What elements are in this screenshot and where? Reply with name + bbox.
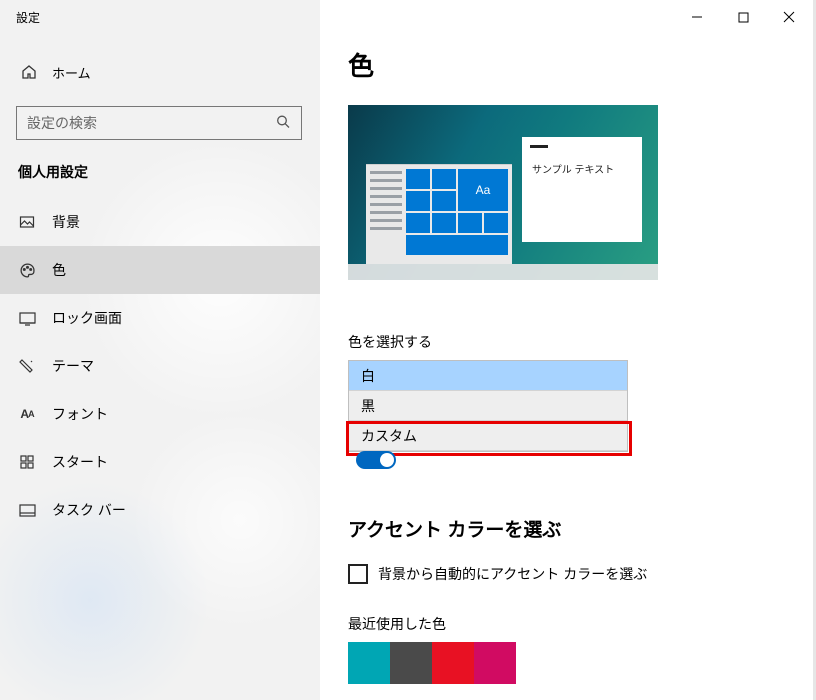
recent-colors bbox=[348, 642, 816, 684]
recent-colors-label: 最近使用した色 bbox=[348, 614, 816, 634]
sidebar-item-background[interactable]: 背景 bbox=[0, 198, 320, 246]
sidebar-nav: 背景 色 ロック画面 テ bbox=[0, 198, 320, 534]
recent-color-swatch[interactable] bbox=[390, 642, 432, 684]
color-option-dark[interactable]: 黒 bbox=[349, 391, 627, 421]
preview-sample-text: サンプル テキスト bbox=[532, 161, 614, 176]
color-mode-dropdown[interactable]: 白 黒 カスタム bbox=[348, 360, 628, 452]
picture-icon bbox=[18, 213, 36, 231]
sidebar-item-fonts[interactable]: AA フォント bbox=[0, 390, 320, 438]
taskbar-icon bbox=[18, 501, 36, 519]
sidebar-item-label: フォント bbox=[52, 404, 108, 424]
search-placeholder: 設定の検索 bbox=[27, 113, 97, 133]
recent-color-swatch[interactable] bbox=[432, 642, 474, 684]
start-icon bbox=[18, 453, 36, 471]
sidebar-item-label: 色 bbox=[52, 260, 66, 280]
maximize-button[interactable] bbox=[720, 2, 766, 32]
sidebar-item-start[interactable]: スタート bbox=[0, 438, 320, 486]
close-button[interactable] bbox=[766, 2, 812, 32]
sidebar-item-label: テーマ bbox=[52, 356, 94, 376]
sidebar-item-taskbar[interactable]: タスク バー bbox=[0, 486, 320, 534]
sidebar-item-label: 背景 bbox=[52, 212, 80, 232]
theme-icon bbox=[18, 357, 36, 375]
home-label: ホーム bbox=[52, 63, 91, 82]
auto-accent-label: 背景から自動的にアクセント カラーを選ぶ bbox=[378, 564, 647, 584]
theme-preview: Aa サンプル テキスト bbox=[348, 105, 658, 280]
sidebar-item-label: スタート bbox=[52, 452, 108, 472]
choose-color-label: 色を選択する bbox=[348, 332, 816, 352]
toggle-on-icon bbox=[356, 451, 396, 469]
minimize-button[interactable] bbox=[674, 2, 720, 32]
auto-accent-checkbox[interactable] bbox=[348, 564, 368, 584]
recent-color-swatch[interactable] bbox=[348, 642, 390, 684]
color-option-custom[interactable]: カスタム bbox=[349, 421, 627, 451]
preview-tile-aa: Aa bbox=[458, 169, 508, 211]
sidebar-item-lockscreen[interactable]: ロック画面 bbox=[0, 294, 320, 342]
transparency-toggle-partial[interactable]: . bbox=[356, 451, 816, 469]
sidebar-item-themes[interactable]: テーマ bbox=[0, 342, 320, 390]
window-controls bbox=[674, 2, 812, 32]
search-input[interactable]: 設定の検索 bbox=[16, 106, 302, 140]
page-title: 色 bbox=[348, 46, 816, 83]
sidebar-group-header: 個人用設定 bbox=[0, 140, 320, 190]
preview-start-panel: Aa bbox=[366, 164, 512, 264]
preview-sample-window: サンプル テキスト bbox=[522, 137, 642, 242]
home-nav[interactable]: ホーム bbox=[0, 52, 320, 92]
content-pane: 色 Aa サンプル テキスト 色を選択する 白 黒 カスタム bbox=[320, 0, 816, 700]
sidebar-item-label: ロック画面 bbox=[52, 308, 122, 328]
font-icon: AA bbox=[18, 405, 36, 423]
lockscreen-icon bbox=[18, 309, 36, 327]
sidebar-item-label: タスク バー bbox=[52, 500, 126, 520]
sidebar-item-colors[interactable]: 色 bbox=[0, 246, 320, 294]
accent-heading: アクセント カラーを選ぶ bbox=[348, 515, 816, 542]
color-option-light[interactable]: 白 bbox=[349, 361, 627, 391]
window-title: 設定 bbox=[0, 0, 320, 26]
recent-color-swatch[interactable] bbox=[474, 642, 516, 684]
palette-icon bbox=[18, 261, 36, 279]
search-icon bbox=[275, 114, 291, 133]
settings-sidebar: 設定 ホーム 設定の検索 個人用設定 背景 bbox=[0, 0, 320, 700]
home-icon bbox=[20, 63, 38, 81]
preview-taskbar bbox=[348, 264, 658, 280]
